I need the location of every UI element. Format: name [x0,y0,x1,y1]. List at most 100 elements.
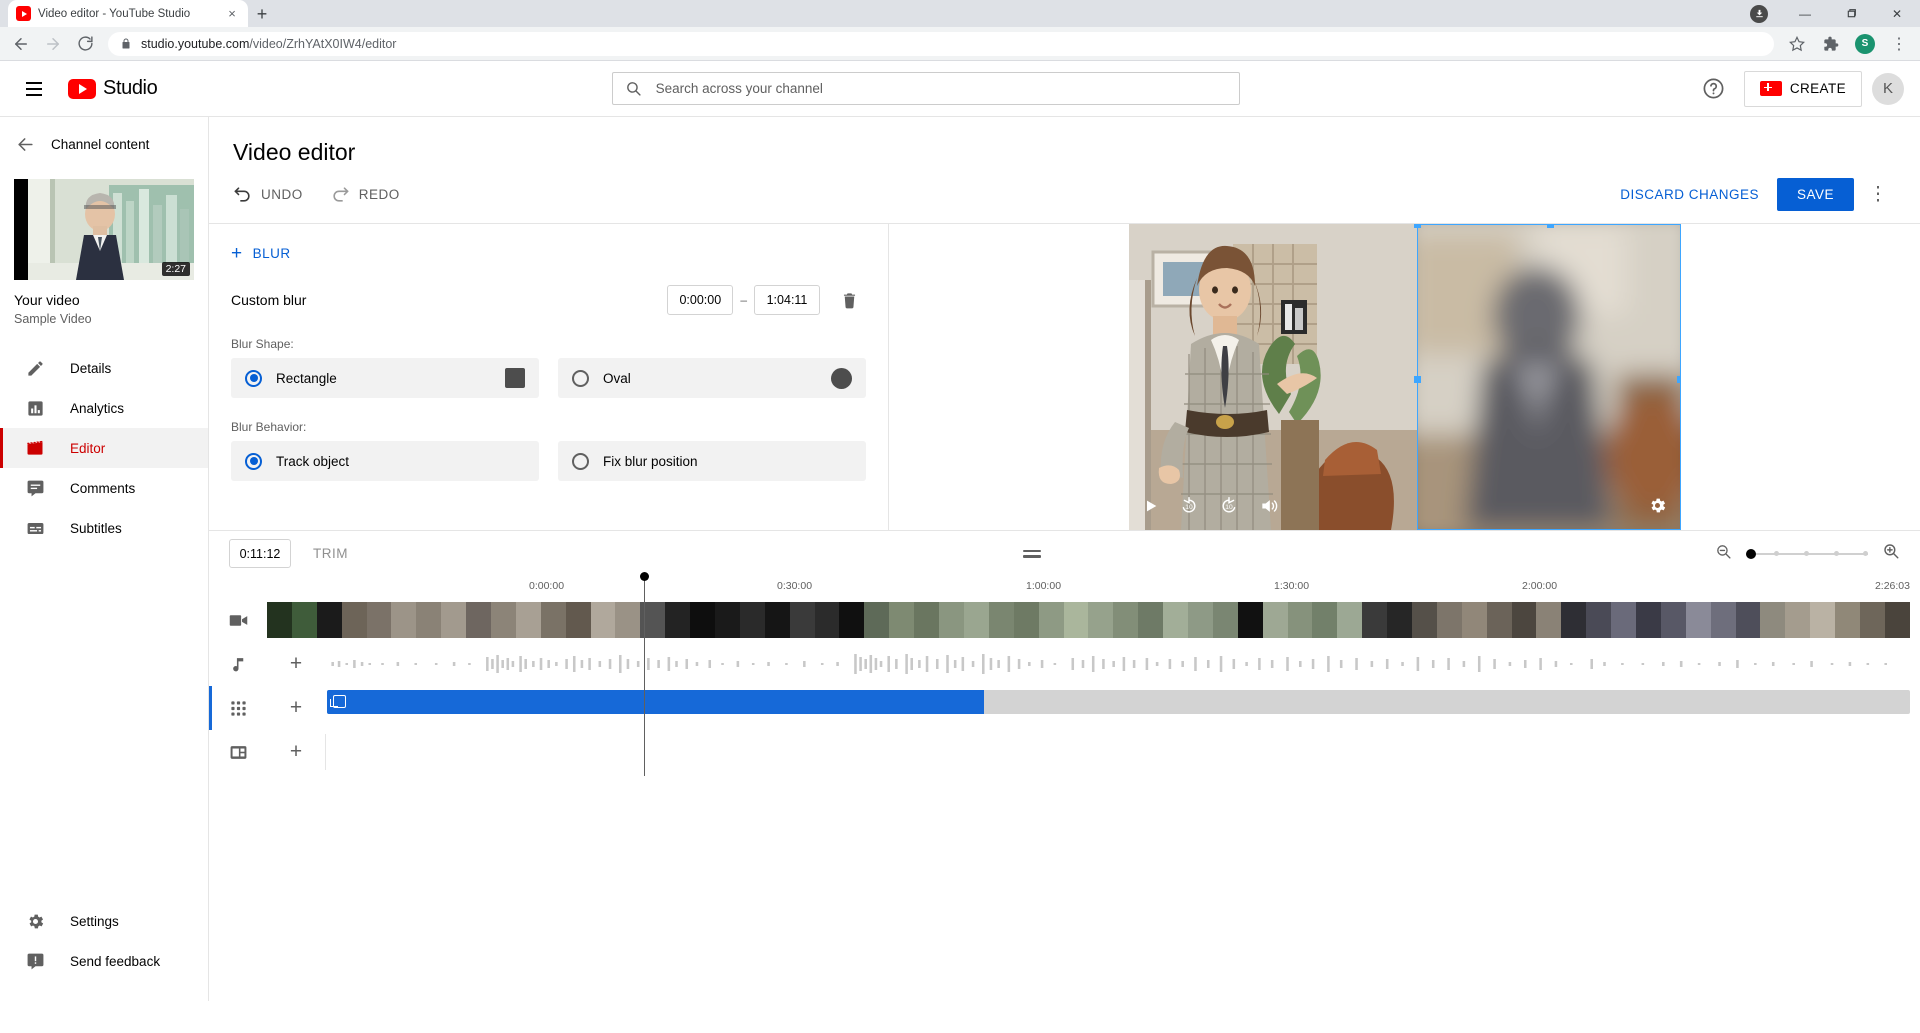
zoom-slider-knob[interactable] [1746,548,1756,559]
bookmark-star-icon[interactable] [1782,29,1812,59]
blur-behavior-option-track-object[interactable]: Track object [231,441,539,481]
maximize-button[interactable] [1828,0,1874,27]
player-settings-gear-icon[interactable] [1648,496,1667,520]
blur-clip[interactable] [327,690,1910,714]
back-button[interactable] [6,29,36,59]
browser-tab[interactable]: Video editor - YouTube Studio × [8,0,248,27]
sidebar-item-subtitles[interactable]: Subtitles [0,508,208,548]
account-avatar[interactable]: K [1872,72,1904,105]
sidebar-item-send-feedback[interactable]: Send feedback [0,941,208,981]
volume-icon[interactable] [1259,496,1279,521]
blur-track-body[interactable] [327,690,1910,726]
browser-menu-icon[interactable]: ⋮ [1884,29,1914,59]
blur-shape-label: Blur Shape: [231,337,294,351]
gear-icon [24,912,46,931]
current-time-input[interactable]: 0:11:12 [229,539,291,568]
sidebar-item-details[interactable]: Details [0,348,208,388]
video-filmstrip[interactable] [267,602,1910,638]
radio-rectangle[interactable] [245,369,262,387]
browser-toolbar: studio.youtube.com/video/ZrhYAtX0IW4/edi… [0,27,1920,61]
redo-icon [333,187,349,202]
minimize-button[interactable]: — [1782,0,1828,27]
rewind-10-button[interactable]: 10 [1179,496,1199,521]
video-thumbnail[interactable]: 2:27 [14,179,194,280]
pencil-icon [24,359,46,378]
address-bar[interactable]: studio.youtube.com/video/ZrhYAtX0IW4/edi… [108,31,1774,56]
help-icon[interactable] [1694,69,1734,109]
ruler-label: 0:00:00 [529,580,565,592]
delete-blur-icon[interactable] [832,291,866,310]
reload-button[interactable] [70,29,100,59]
add-blur-button[interactable]: + BLUR [231,244,866,263]
oval-preview-icon [831,367,852,389]
video-track-body[interactable] [267,602,1910,638]
youtube-logo-icon [68,78,96,99]
create-button[interactable]: CREATE [1743,70,1862,107]
radio-track-object[interactable] [245,452,262,470]
trim-button[interactable]: TRIM [313,546,348,561]
blur-behavior-options: Track object Fix blur position [231,441,866,481]
radio-fix-blur-position[interactable] [572,452,589,470]
zoom-in-icon[interactable] [1882,542,1900,565]
sidebar-item-settings[interactable]: Settings [0,901,208,941]
add-blur-track-button[interactable]: + [267,696,325,720]
add-audio-button[interactable]: + [267,652,325,676]
editor-more-options-icon[interactable]: ⋮ [1860,177,1896,213]
zoom-out-icon[interactable] [1715,543,1732,565]
blur-end-time-input[interactable]: 1:04:11 [754,285,820,315]
profile-avatar[interactable]: S [1850,29,1880,59]
ruler-label: 2:00:00 [1522,580,1558,592]
new-tab-button[interactable]: + [248,0,276,27]
zoom-slider[interactable] [1746,548,1868,559]
close-tab-icon[interactable]: × [224,6,240,22]
page-body: Channel content 2:27 Your video Sample V… [0,117,1920,1001]
forward-10-button[interactable]: 10 [1219,496,1239,521]
time-range-dash: – [740,293,747,307]
sidebar-item-label: Send feedback [70,953,161,969]
sidebar-item-analytics[interactable]: Analytics [0,388,208,428]
sidebar-item-comments[interactable]: Comments [0,468,208,508]
create-camera-icon [1759,81,1782,96]
undo-button[interactable]: UNDO [233,185,303,204]
close-window-button[interactable]: ✕ [1874,0,1920,27]
radio-oval[interactable] [572,369,589,387]
zoom-tick [1834,551,1839,556]
sidebar-item-editor[interactable]: Editor [0,428,208,468]
studio-logo[interactable]: Studio [68,77,158,100]
endscreen-track-body[interactable] [325,734,1910,770]
blur-behavior-option-fix-position[interactable]: Fix blur position [558,441,866,481]
blur-item-name: Custom blur [231,292,307,308]
extensions-puzzle-icon[interactable] [1816,29,1846,59]
search-box[interactable] [611,72,1240,105]
blur-shape-option-rectangle[interactable]: Rectangle [231,358,539,398]
blur-clip-active-range [327,690,984,714]
zoom-tick [1804,551,1809,556]
audio-waveform[interactable] [325,647,1910,681]
save-button[interactable]: SAVE [1776,178,1854,211]
menu-hamburger-icon[interactable] [14,69,54,109]
url-host: studio.youtube.com [141,36,250,51]
redo-label: REDO [358,187,400,202]
timeline-playhead[interactable] [640,572,649,776]
create-label: CREATE [1789,81,1846,96]
download-icon[interactable] [1750,4,1768,23]
youtube-favicon [16,6,31,21]
timeline-toolbar: 0:11:12 TRIM [209,530,1920,576]
blur-shape-option-oval[interactable]: Oval [558,358,866,398]
search-input[interactable] [655,81,1227,96]
timeline-resize-grip[interactable] [1022,549,1041,558]
svg-text:10: 10 [1185,503,1193,510]
timeline-ruler[interactable]: 0:00:00 0:30:00 1:00:00 1:30:00 2:00:00 … [529,576,1910,598]
discard-changes-button[interactable]: DISCARD CHANGES [1608,179,1771,210]
subtitles-icon [24,519,46,538]
video-player[interactable]: 10 10 [1128,224,1681,530]
play-button[interactable] [1143,498,1159,519]
add-endscreen-button[interactable]: + [267,740,325,764]
blur-start-time-input[interactable]: 0:00:00 [667,285,734,315]
analytics-icon [24,399,46,418]
arrow-left-icon [18,137,33,151]
forward-button[interactable] [38,29,68,59]
timeline-track-endscreen: + [209,730,1920,774]
back-to-channel-content[interactable]: Channel content [0,117,208,171]
redo-button[interactable]: REDO [331,185,400,204]
